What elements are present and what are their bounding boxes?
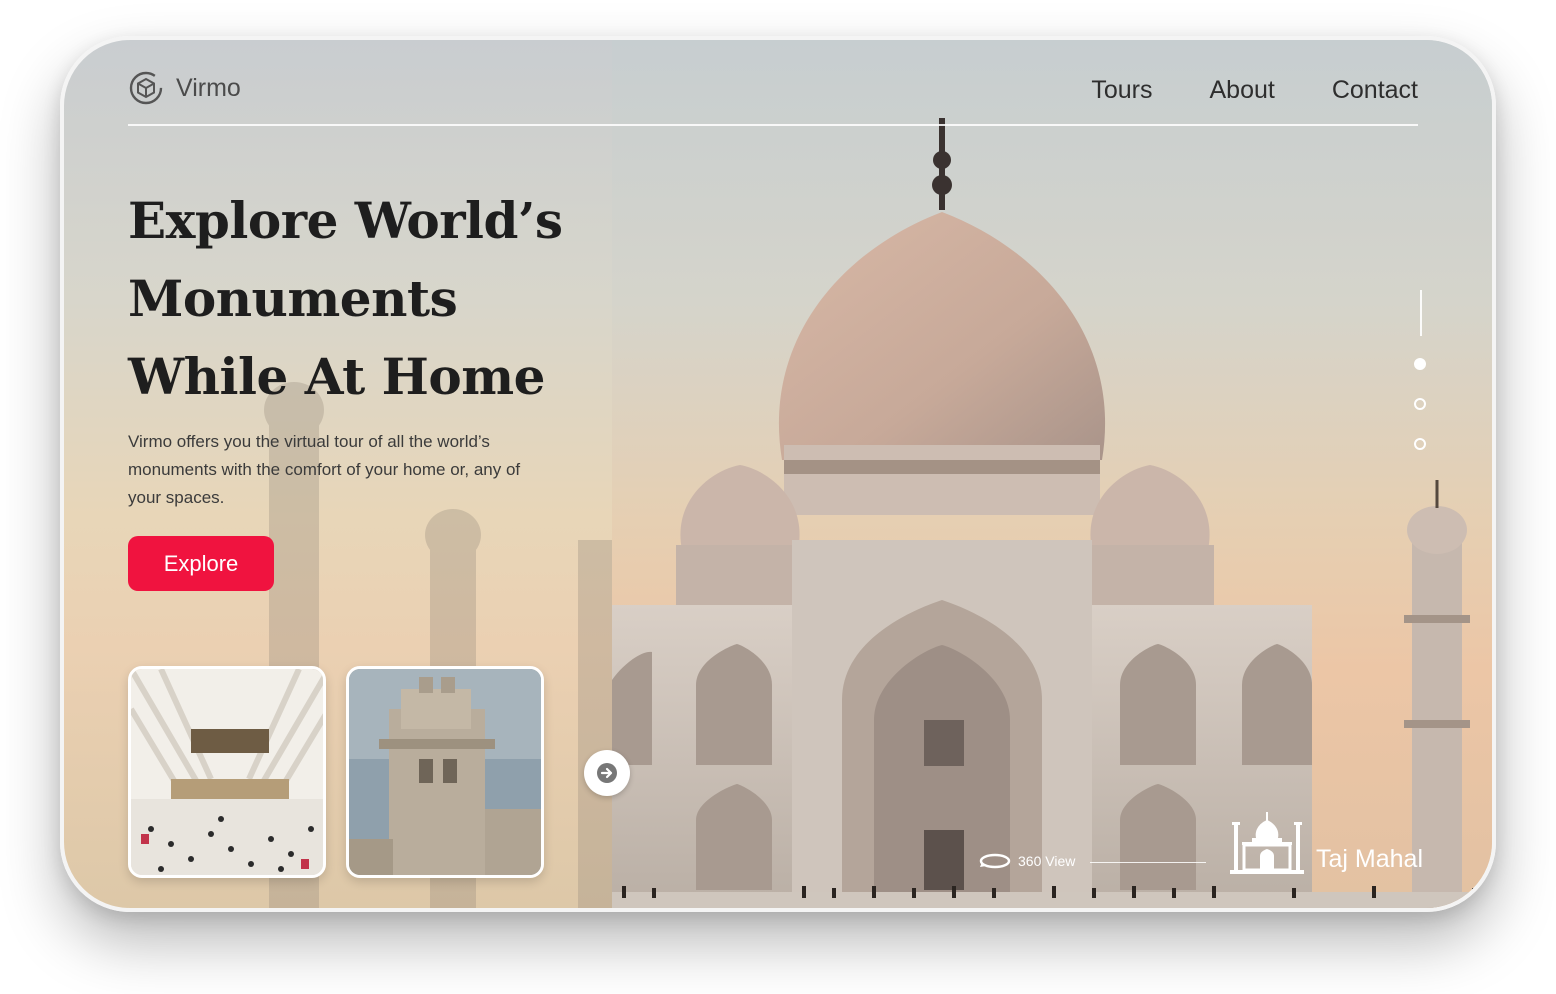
nav-contact-link[interactable]: Contact — [1332, 76, 1418, 105]
nav-about-link[interactable]: About — [1209, 76, 1274, 105]
view-360-label: 360 View — [1018, 853, 1076, 869]
slider-indicator-line — [1420, 290, 1422, 336]
next-arrow-button[interactable] — [584, 750, 630, 796]
app-frame: Virmo Tours About Contact Explore World’… — [60, 36, 1496, 912]
rotate-360-icon — [979, 853, 1011, 869]
tour-thumbnail-belem-tower[interactable] — [346, 666, 544, 878]
slider-dot-1[interactable] — [1414, 358, 1426, 370]
taj-mahal-icon — [1230, 812, 1304, 874]
headline-line-1: Explore World’s — [128, 191, 563, 250]
slider-dot-2[interactable] — [1414, 398, 1426, 410]
nav-tours-link[interactable]: Tours — [1091, 76, 1152, 105]
hero-headline: Explore World’s Monuments While At Home — [128, 182, 648, 416]
landmark-caption: Taj Mahal — [1230, 810, 1423, 874]
headline-line-3: While At Home — [128, 347, 545, 406]
brand-name: Virmo — [176, 73, 241, 102]
view-divider — [1090, 862, 1206, 863]
brand[interactable]: Virmo — [128, 70, 241, 106]
landmark-name: Taj Mahal — [1316, 845, 1423, 873]
explore-button[interactable]: Explore — [128, 536, 274, 591]
header-divider — [128, 124, 1418, 126]
slider-dot-3[interactable] — [1414, 438, 1426, 450]
cube-logo-icon — [129, 71, 163, 105]
tour-thumbnail-oculus[interactable] — [128, 666, 326, 878]
arrow-right-icon — [597, 763, 617, 783]
view-360-toggle[interactable]: 360 View — [978, 850, 1075, 872]
hero-photo — [612, 40, 1492, 908]
main-nav: Tours About Contact — [1091, 76, 1418, 105]
headline-line-2: Monuments — [128, 269, 458, 328]
hero-description: Virmo offers you the virtual tour of all… — [128, 432, 521, 507]
